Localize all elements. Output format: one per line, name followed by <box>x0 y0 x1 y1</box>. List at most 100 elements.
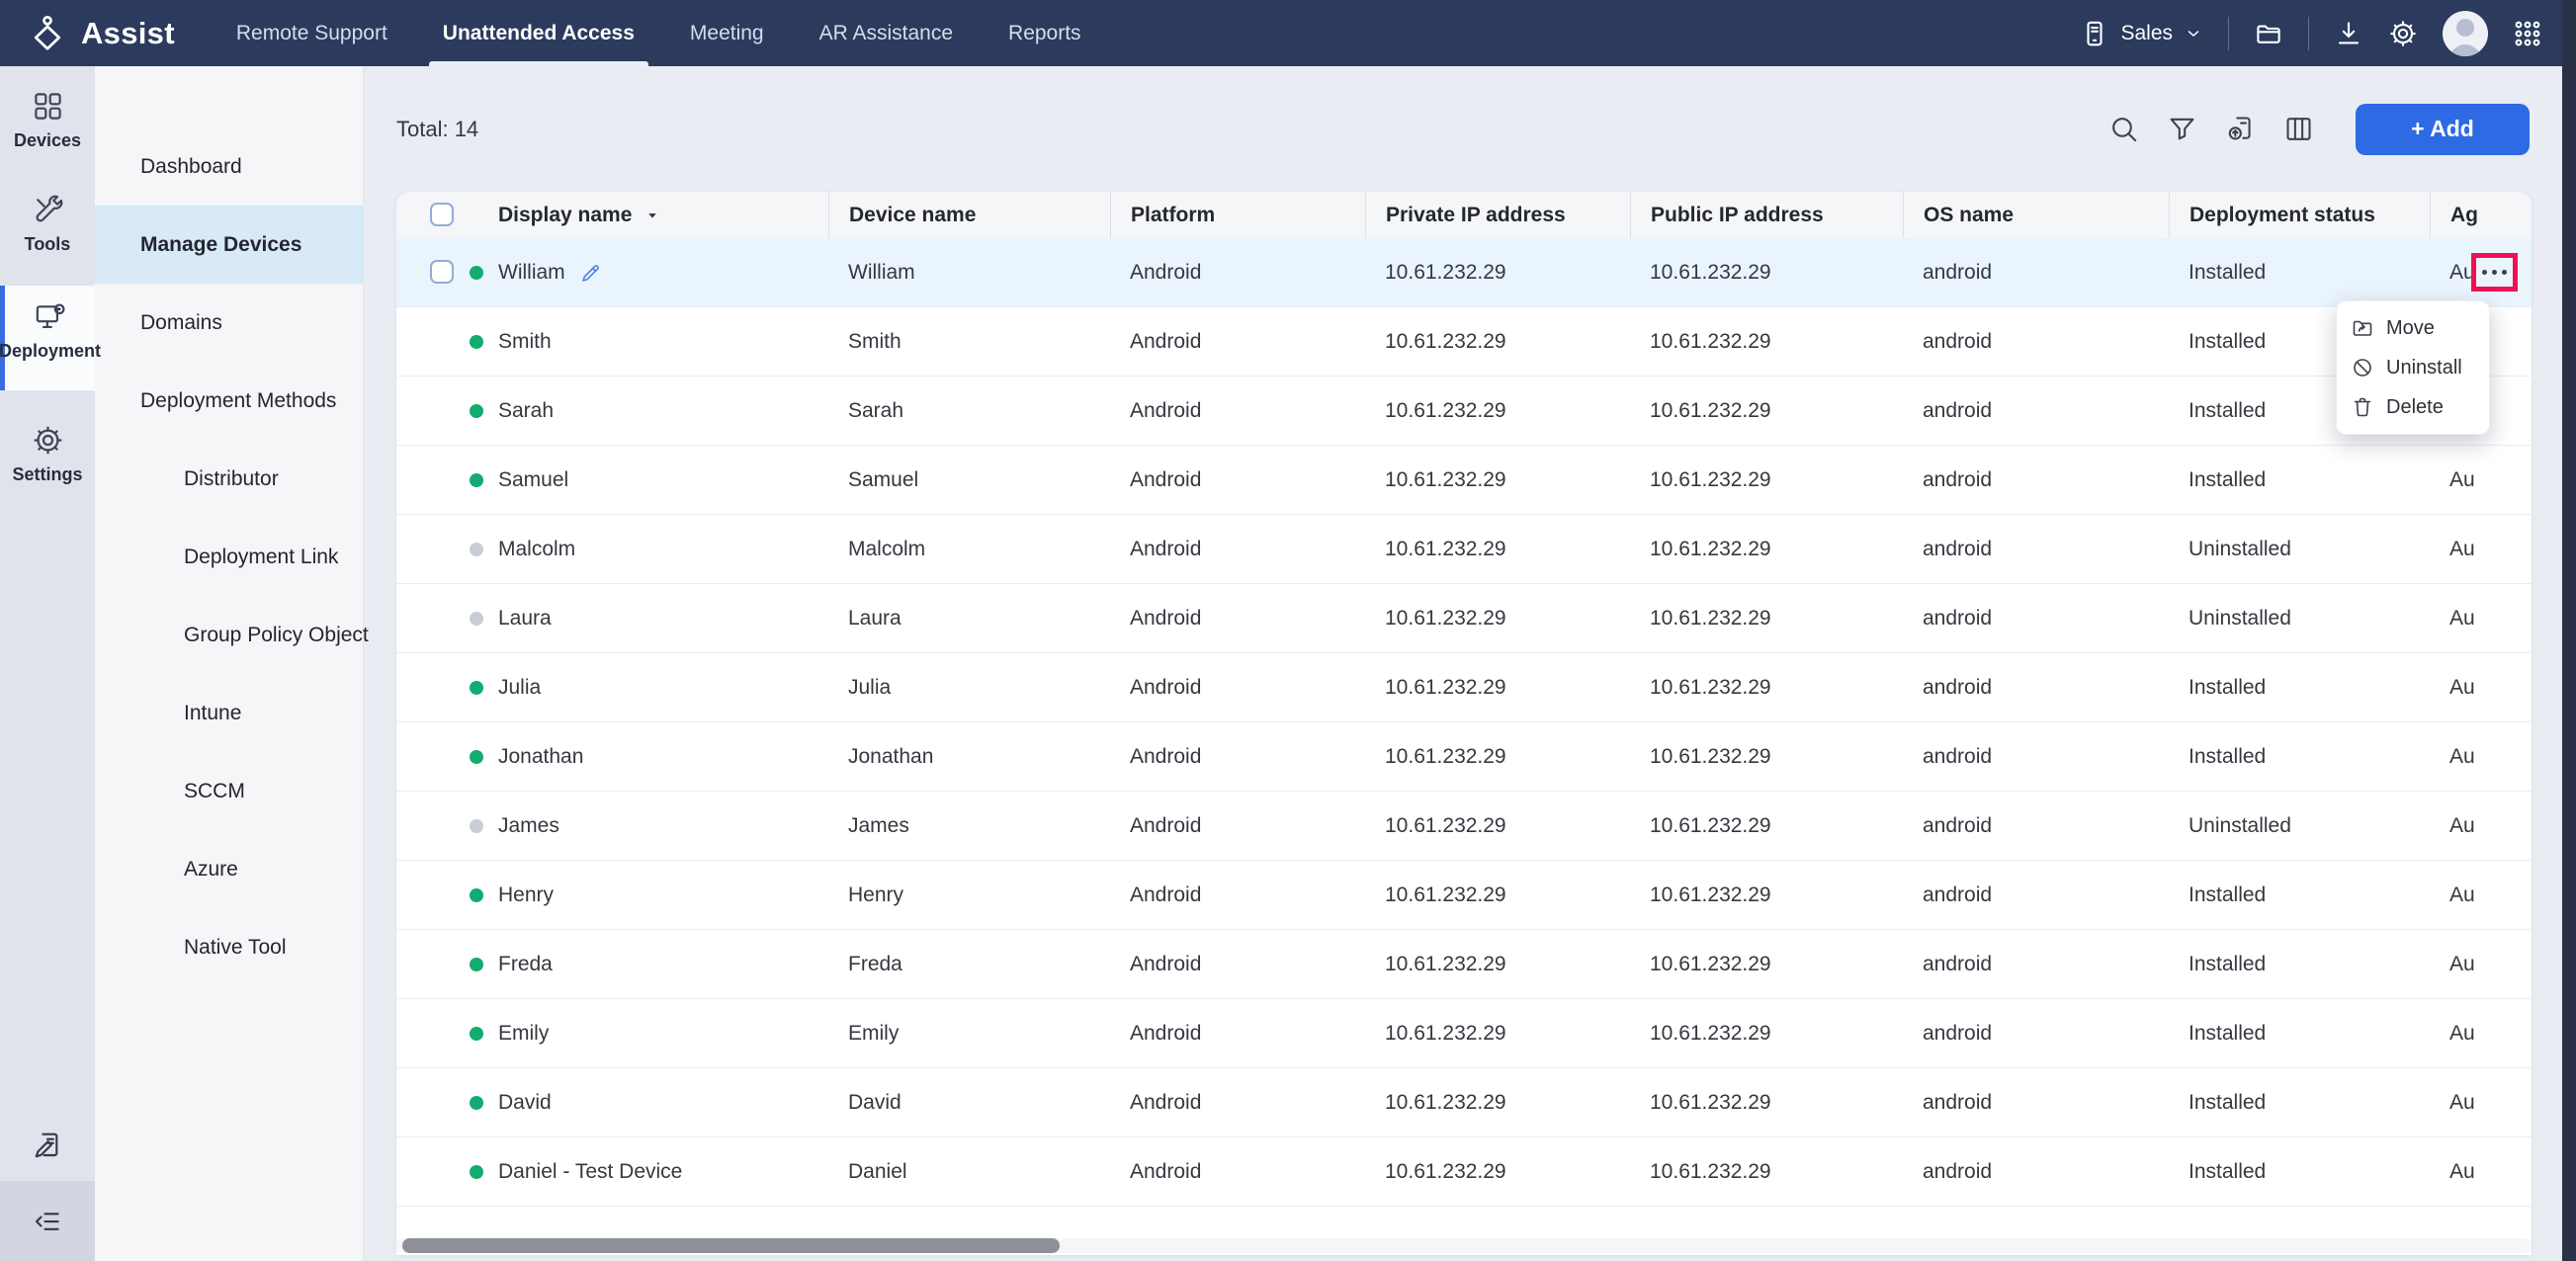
search-button[interactable] <box>2108 114 2139 144</box>
deployment-sidebar: Dashboard Manage Devices Domains Deploym… <box>95 66 364 1261</box>
menu-label-uninstall: Uninstall <box>2386 357 2462 379</box>
agent-version-cell: Au <box>2430 883 2532 907</box>
sidebar-item-native-tool[interactable]: Native Tool <box>95 908 363 986</box>
table-row[interactable]: Henry Henry Android 10.61.232.29 10.61.2… <box>396 861 2532 930</box>
table-row[interactable]: Sarah Sarah Android 10.61.232.29 10.61.2… <box>396 377 2532 446</box>
header-display-name[interactable]: Display name <box>498 192 828 238</box>
table-row[interactable]: James James Android 10.61.232.29 10.61.2… <box>396 792 2532 861</box>
table-row[interactable]: Emily Emily Android 10.61.232.29 10.61.2… <box>396 999 2532 1068</box>
nav-meeting[interactable]: Meeting <box>662 0 792 66</box>
sidebar-item-sccm[interactable]: SCCM <box>95 752 363 830</box>
edit-name-button[interactable] <box>579 261 603 285</box>
os-name-cell: android <box>1903 1160 2169 1184</box>
app-brand[interactable]: Assist <box>0 12 175 55</box>
platform-cell: Android <box>1110 953 1365 976</box>
device-name-cell: William <box>828 261 1110 285</box>
platform-cell: Android <box>1110 1091 1365 1115</box>
sidebar-item-manage-devices[interactable]: Manage Devices <box>95 206 363 284</box>
agent-version-cell: Au <box>2430 468 2532 492</box>
deployment-status-cell: Uninstalled <box>2169 538 2430 561</box>
sidebar-item-azure[interactable]: Azure <box>95 830 363 908</box>
deployment-status-cell: Installed <box>2169 676 2430 700</box>
table-row[interactable]: Julia Julia Android 10.61.232.29 10.61.2… <box>396 653 2532 722</box>
nav-unattended-access[interactable]: Unattended Access <box>415 0 662 66</box>
table-row[interactable]: Samuel Samuel Android 10.61.232.29 10.61… <box>396 446 2532 515</box>
header-agent[interactable]: Ag <box>2430 192 2532 238</box>
avatar[interactable] <box>2443 11 2488 56</box>
sidebar-item-label: Distributor <box>184 467 279 491</box>
nav-remote-support[interactable]: Remote Support <box>209 0 415 66</box>
display-name-cell: Julia <box>498 676 828 700</box>
header-device-name[interactable]: Device name <box>828 192 1110 238</box>
status-dot <box>470 335 483 349</box>
deployment-status-cell: Installed <box>2169 1160 2430 1184</box>
row-select-cell <box>396 446 498 514</box>
private-ip-cell: 10.61.232.29 <box>1365 1160 1630 1184</box>
sidebar-item-domains[interactable]: Domains <box>95 284 363 362</box>
os-name-cell: android <box>1903 745 2169 769</box>
status-dot <box>470 1096 483 1110</box>
department-selector[interactable]: Sales <box>2080 19 2203 48</box>
header-os-name[interactable]: OS name <box>1903 192 2169 238</box>
more-actions-button[interactable] <box>2482 270 2507 275</box>
display-name-cell: Emily <box>498 1022 828 1046</box>
export-session-button[interactable] <box>2225 114 2256 144</box>
rail-item-devices[interactable]: Devices <box>0 90 95 151</box>
rail-item-settings[interactable]: Settings <box>0 424 95 485</box>
rail-label-devices: Devices <box>14 130 81 151</box>
apps-launcher-button[interactable] <box>2513 19 2542 48</box>
menu-item-move[interactable]: Move <box>2337 308 2489 348</box>
folder-button[interactable] <box>2254 19 2283 48</box>
public-ip-cell: 10.61.232.29 <box>1630 607 1903 630</box>
search-icon <box>2108 114 2139 144</box>
feedback-note-button[interactable] <box>0 1130 95 1161</box>
menu-item-delete[interactable]: Delete <box>2337 387 2489 427</box>
horizontal-scrollbar-thumb[interactable] <box>402 1238 1060 1253</box>
collapse-menu-icon <box>33 1207 62 1236</box>
row-checkbox[interactable] <box>430 260 454 284</box>
display-name-text: Malcolm <box>498 538 575 561</box>
table-row[interactable]: David David Android 10.61.232.29 10.61.2… <box>396 1068 2532 1137</box>
nav-ar-assistance[interactable]: AR Assistance <box>792 0 981 66</box>
header-public-ip[interactable]: Public IP address <box>1630 192 1903 238</box>
add-device-button[interactable]: + Add <box>2356 104 2530 155</box>
table-row[interactable]: Malcolm Malcolm Android 10.61.232.29 10.… <box>396 515 2532 584</box>
row-select-cell <box>396 584 498 652</box>
sidebar-item-intune[interactable]: Intune <box>95 674 363 752</box>
menu-item-uninstall[interactable]: Uninstall <box>2337 348 2489 387</box>
header-platform[interactable]: Platform <box>1110 192 1365 238</box>
display-name-text: Daniel - Test Device <box>498 1160 682 1184</box>
table-row[interactable]: Laura Laura Android 10.61.232.29 10.61.2… <box>396 584 2532 653</box>
private-ip-cell: 10.61.232.29 <box>1365 261 1630 285</box>
table-row[interactable]: Jonathan Jonathan Android 10.61.232.29 1… <box>396 722 2532 792</box>
collapse-sidebar-button[interactable] <box>0 1181 95 1261</box>
tools-wrench-icon <box>32 194 64 226</box>
table-row[interactable]: William William Android 10.61.232.29 10.… <box>396 238 2532 307</box>
display-name-text: James <box>498 814 559 838</box>
sidebar-item-deployment-methods[interactable]: Deployment Methods <box>95 362 363 440</box>
column-chooser-button[interactable] <box>2283 114 2314 144</box>
rail-item-tools[interactable]: Tools <box>0 194 95 255</box>
select-all-checkbox[interactable] <box>430 203 454 226</box>
deployment-status-cell: Installed <box>2169 468 2430 492</box>
nav-reports[interactable]: Reports <box>981 0 1109 66</box>
device-name-cell: Smith <box>828 330 1110 354</box>
settings-button[interactable] <box>2388 19 2418 48</box>
table-row[interactable]: Freda Freda Android 10.61.232.29 10.61.2… <box>396 930 2532 999</box>
download-icon <box>2334 19 2363 48</box>
header-private-ip[interactable]: Private IP address <box>1365 192 1630 238</box>
sidebar-item-deployment-link[interactable]: Deployment Link <box>95 518 363 596</box>
table-row[interactable]: Daniel - Test Device Daniel Android 10.6… <box>396 1137 2532 1207</box>
move-folder-icon <box>2351 316 2374 340</box>
header-deployment-status[interactable]: Deployment status <box>2169 192 2430 238</box>
sidebar-item-distributor[interactable]: Distributor <box>95 440 363 518</box>
download-button[interactable] <box>2334 19 2363 48</box>
table-row[interactable]: Smith Smith Android 10.61.232.29 10.61.2… <box>396 307 2532 377</box>
rail-item-deployment[interactable]: Deployment <box>0 286 95 390</box>
display-name-cell: Jonathan <box>498 745 828 769</box>
sidebar-item-group-policy-object[interactable]: Group Policy Object <box>95 596 363 674</box>
os-name-cell: android <box>1903 607 2169 630</box>
filter-button[interactable] <box>2167 114 2197 144</box>
sidebar-item-dashboard[interactable]: Dashboard <box>95 127 363 206</box>
deployment-status-cell: Installed <box>2169 883 2430 907</box>
